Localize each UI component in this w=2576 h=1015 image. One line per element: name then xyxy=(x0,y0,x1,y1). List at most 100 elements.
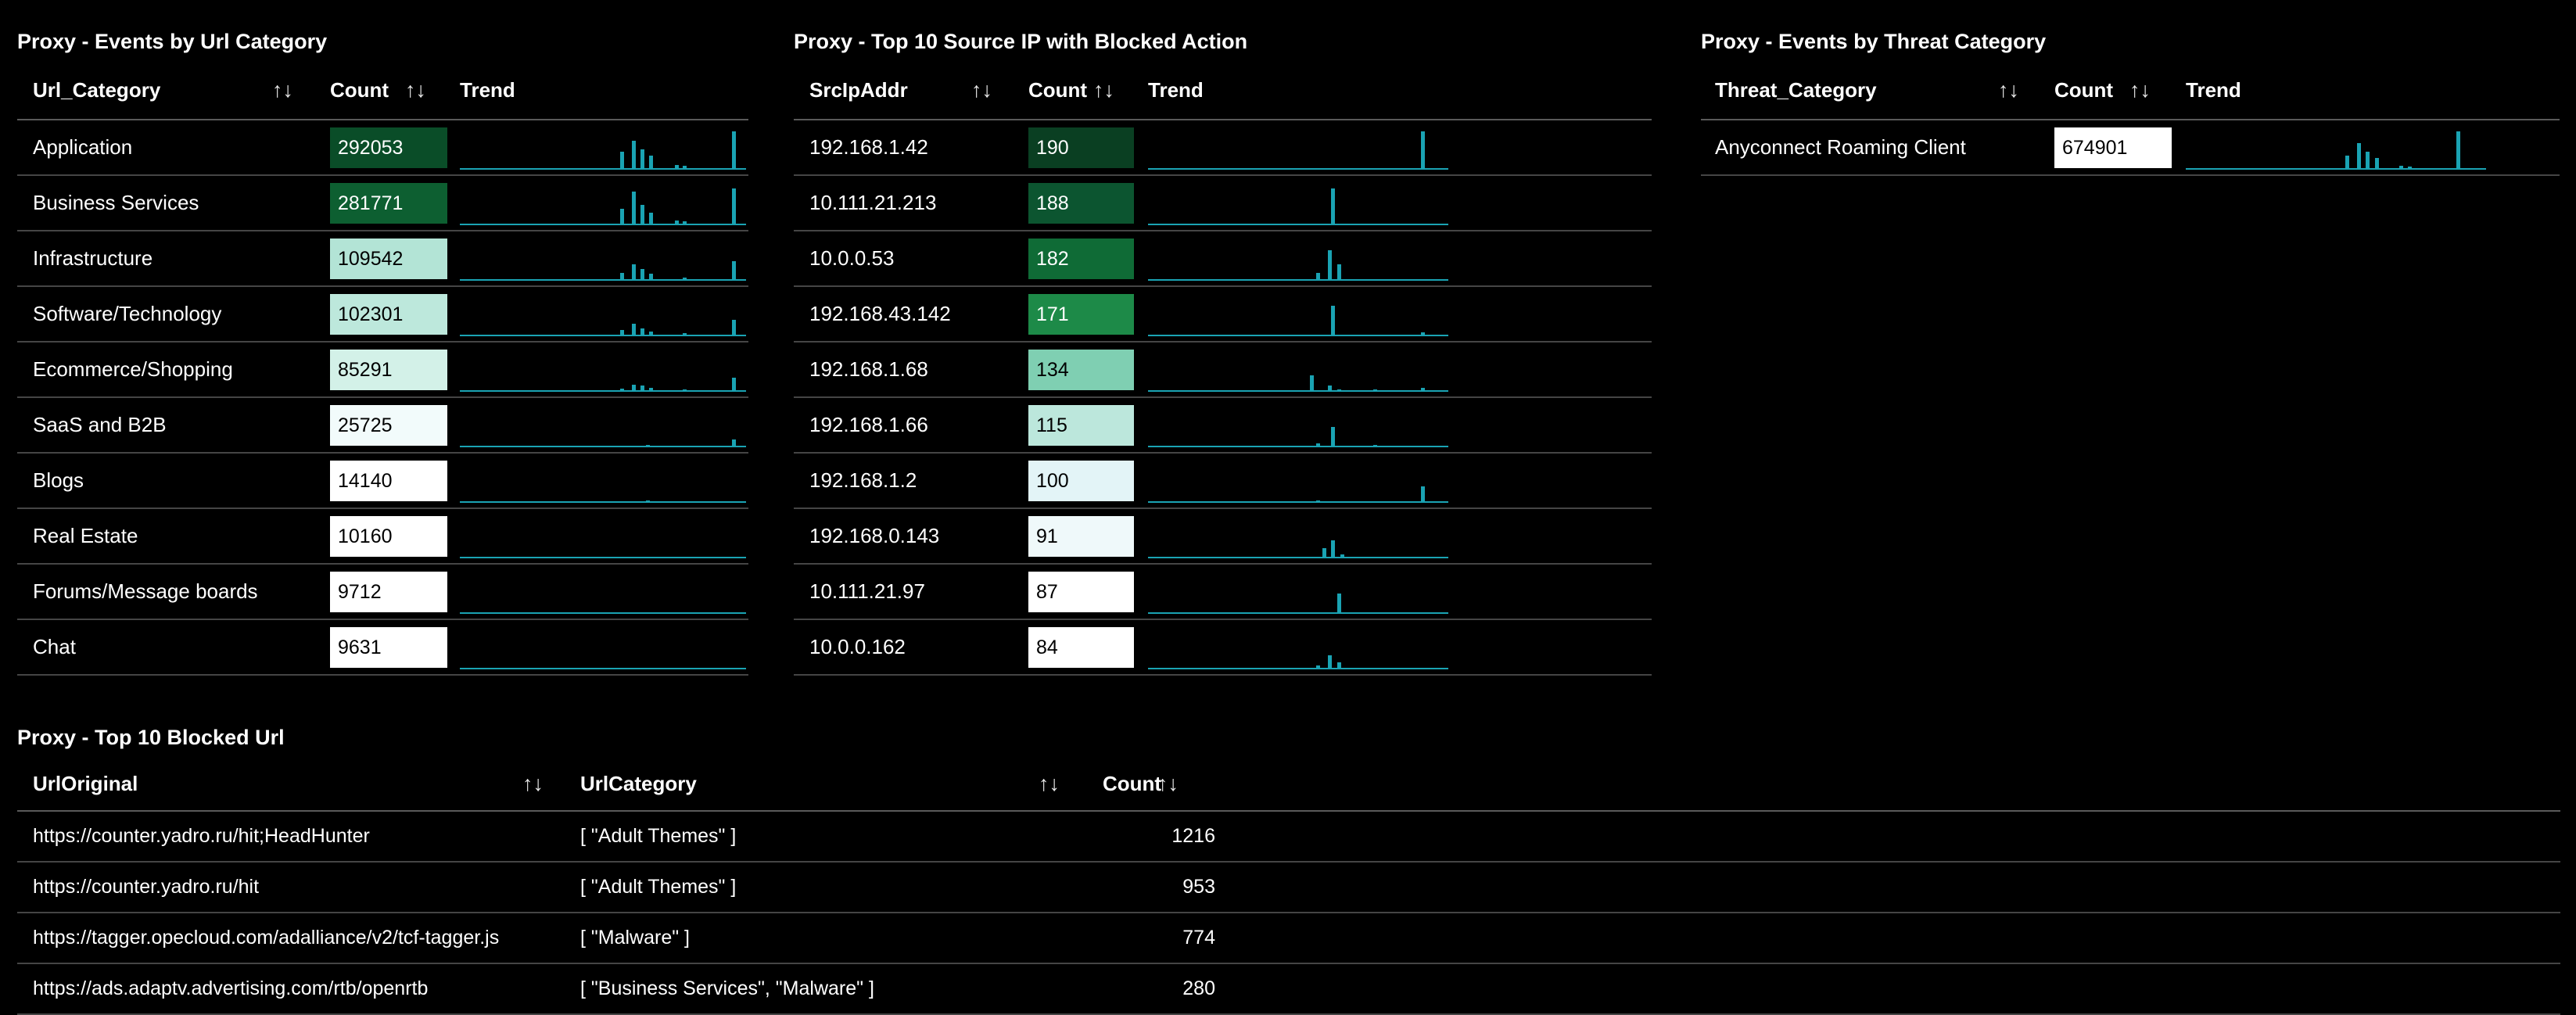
url-category-cell: [ "Adult Themes" ] xyxy=(580,825,737,847)
header-url-original[interactable]: UrlOriginal xyxy=(33,757,138,810)
sort-arrows-icon[interactable]: ↑↓ xyxy=(1039,757,1060,810)
sort-arrows-icon[interactable]: ↑↓ xyxy=(405,61,426,119)
table-row[interactable]: Infrastructure 109542 xyxy=(17,231,748,287)
table-row[interactable]: 192.168.1.66 115 xyxy=(794,398,1652,454)
trend-sparkline xyxy=(1148,292,1448,336)
table-row[interactable]: https://counter.yadro.ru/hit [ "Adult The… xyxy=(17,863,2560,913)
url-original-cell[interactable]: https://counter.yadro.ru/hit xyxy=(33,863,259,912)
trend-bar xyxy=(1331,427,1335,447)
header-trend[interactable]: Trend xyxy=(2186,61,2241,119)
trend-bar xyxy=(1421,388,1425,392)
header-trend[interactable]: Trend xyxy=(1148,61,1204,119)
count-cell: 674901 xyxy=(2054,127,2172,168)
sort-arrows-icon[interactable]: ↑↓ xyxy=(1157,757,1179,810)
url-original-cell[interactable]: https://counter.yadro.ru/hit;HeadHunter xyxy=(33,812,370,861)
trend-bar xyxy=(2375,158,2379,170)
row-label: Forums/Message boards xyxy=(33,579,258,603)
table-row[interactable]: 192.168.1.68 134 xyxy=(794,343,1652,398)
trend-bar xyxy=(620,389,624,392)
table-row[interactable]: 10.111.21.213 188 xyxy=(794,176,1652,231)
sort-arrows-icon[interactable]: ↑↓ xyxy=(1998,61,2019,119)
count-cell: 281771 xyxy=(330,183,447,224)
table-row[interactable]: Anyconnect Roaming Client 674901 xyxy=(1701,120,2560,176)
trend-bar xyxy=(632,192,636,225)
trend-baseline xyxy=(1148,168,1448,170)
table-row[interactable]: SaaS and B2B 25725 xyxy=(17,398,748,454)
trend-bar xyxy=(640,386,644,392)
url-original-cell[interactable]: https://tagger.opecloud.com/adalliance/v… xyxy=(33,913,499,963)
sort-arrows-icon[interactable]: ↑↓ xyxy=(2129,61,2151,119)
trend-bar xyxy=(640,328,644,336)
table-row[interactable]: https://counter.yadro.ru/hit;HeadHunter [… xyxy=(17,812,2560,863)
header-count[interactable]: Count xyxy=(1103,757,1161,810)
trend-bar xyxy=(646,612,650,614)
url-original-cell[interactable]: https://ads.adaptv.advertising.com/rtb/o… xyxy=(33,964,428,1013)
trend-bar xyxy=(620,152,624,170)
table-row[interactable]: 192.168.1.2 100 xyxy=(794,454,1652,509)
header-url-category[interactable]: Url_Category xyxy=(33,61,160,119)
header-threat-category[interactable]: Threat_Category xyxy=(1715,61,1877,119)
table-row[interactable]: 10.0.0.53 182 xyxy=(794,231,1652,287)
row-label: Chat xyxy=(33,635,76,658)
trend-bar xyxy=(646,445,650,447)
table-body: Anyconnect Roaming Client 674901 xyxy=(1701,120,2560,176)
trend-sparkline xyxy=(1148,570,1448,614)
row-label: 192.168.43.142 xyxy=(809,302,951,325)
sort-arrows-icon[interactable]: ↑↓ xyxy=(272,61,293,119)
header-url-category[interactable]: UrlCategory xyxy=(580,757,697,810)
trend-baseline xyxy=(1148,501,1448,503)
trend-sparkline xyxy=(460,403,746,447)
trend-sparkline xyxy=(460,237,746,281)
row-label: 192.168.1.42 xyxy=(809,135,928,159)
source-ip-panel: Proxy - Top 10 Source IP with Blocked Ac… xyxy=(794,28,1654,677)
table-row[interactable]: Application 292053 xyxy=(17,120,748,176)
trend-bar xyxy=(1316,500,1320,503)
table-body: Application 292053 Business Services 281771… xyxy=(17,120,748,676)
header-count[interactable]: Count xyxy=(330,61,389,119)
table-row[interactable]: 192.168.43.142 171 xyxy=(794,287,1652,343)
table-row[interactable]: 192.168.1.42 190 xyxy=(794,120,1652,176)
table-row[interactable]: Forums/Message boards 9712 xyxy=(17,565,748,620)
sort-arrows-icon[interactable]: ↑↓ xyxy=(522,757,544,810)
header-src-ip[interactable]: SrcIpAddr xyxy=(809,61,908,119)
url-category-panel: Proxy - Events by Url Category Url_Categ… xyxy=(17,28,748,677)
trend-bar xyxy=(1337,662,1341,669)
trend-bar xyxy=(675,165,679,170)
trend-bar xyxy=(732,320,736,336)
count-cell: 171 xyxy=(1028,294,1134,335)
header-count[interactable]: Count xyxy=(1028,61,1087,119)
table-row[interactable]: Business Services 281771 xyxy=(17,176,748,231)
table-row[interactable]: Blogs 14140 xyxy=(17,454,748,509)
trend-bar xyxy=(1322,548,1326,558)
trend-bar xyxy=(1421,486,1425,503)
row-label: 10.0.0.53 xyxy=(809,246,895,270)
row-label: Ecommerce/Shopping xyxy=(33,357,233,381)
table-row[interactable]: Software/Technology 102301 xyxy=(17,287,748,343)
count-cell: 115 xyxy=(1028,405,1134,446)
trend-bar xyxy=(683,333,687,336)
sort-arrows-icon[interactable]: ↑↓ xyxy=(971,61,992,119)
table-row[interactable]: 10.0.0.162 84 xyxy=(794,620,1652,676)
threat-category-panel: Proxy - Events by Threat Category Threat… xyxy=(1701,28,2561,185)
header-count[interactable]: Count xyxy=(2054,61,2113,119)
row-label: Real Estate xyxy=(33,524,138,547)
trend-bar xyxy=(1421,131,1425,170)
header-trend[interactable]: Trend xyxy=(460,61,515,119)
table-row[interactable]: Chat 9631 xyxy=(17,620,748,676)
table-row[interactable]: https://tagger.opecloud.com/adalliance/v… xyxy=(17,913,2560,964)
trend-bar xyxy=(732,261,736,281)
sort-arrows-icon[interactable]: ↑↓ xyxy=(1093,61,1114,119)
url-category-table: Url_Category ↑↓ Count ↑↓ Trend Applicati… xyxy=(17,61,748,676)
trend-sparkline xyxy=(460,181,746,225)
table-header: Url_Category ↑↓ Count ↑↓ Trend xyxy=(17,61,748,120)
url-category-cell: [ "Business Services", "Malware" ] xyxy=(580,977,874,999)
table-header: UrlOriginal ↑↓ UrlCategory ↑↓ Count ↑↓ xyxy=(17,757,2560,812)
table-row[interactable]: 192.168.0.143 91 xyxy=(794,509,1652,565)
table-row[interactable]: Real Estate 10160 xyxy=(17,509,748,565)
row-label: Blogs xyxy=(33,468,84,492)
table-row[interactable]: 10.111.21.97 87 xyxy=(794,565,1652,620)
trend-bar xyxy=(732,131,736,170)
table-row[interactable]: Ecommerce/Shopping 85291 xyxy=(17,343,748,398)
trend-baseline xyxy=(460,501,746,503)
table-row[interactable]: https://ads.adaptv.advertising.com/rtb/o… xyxy=(17,964,2560,1015)
